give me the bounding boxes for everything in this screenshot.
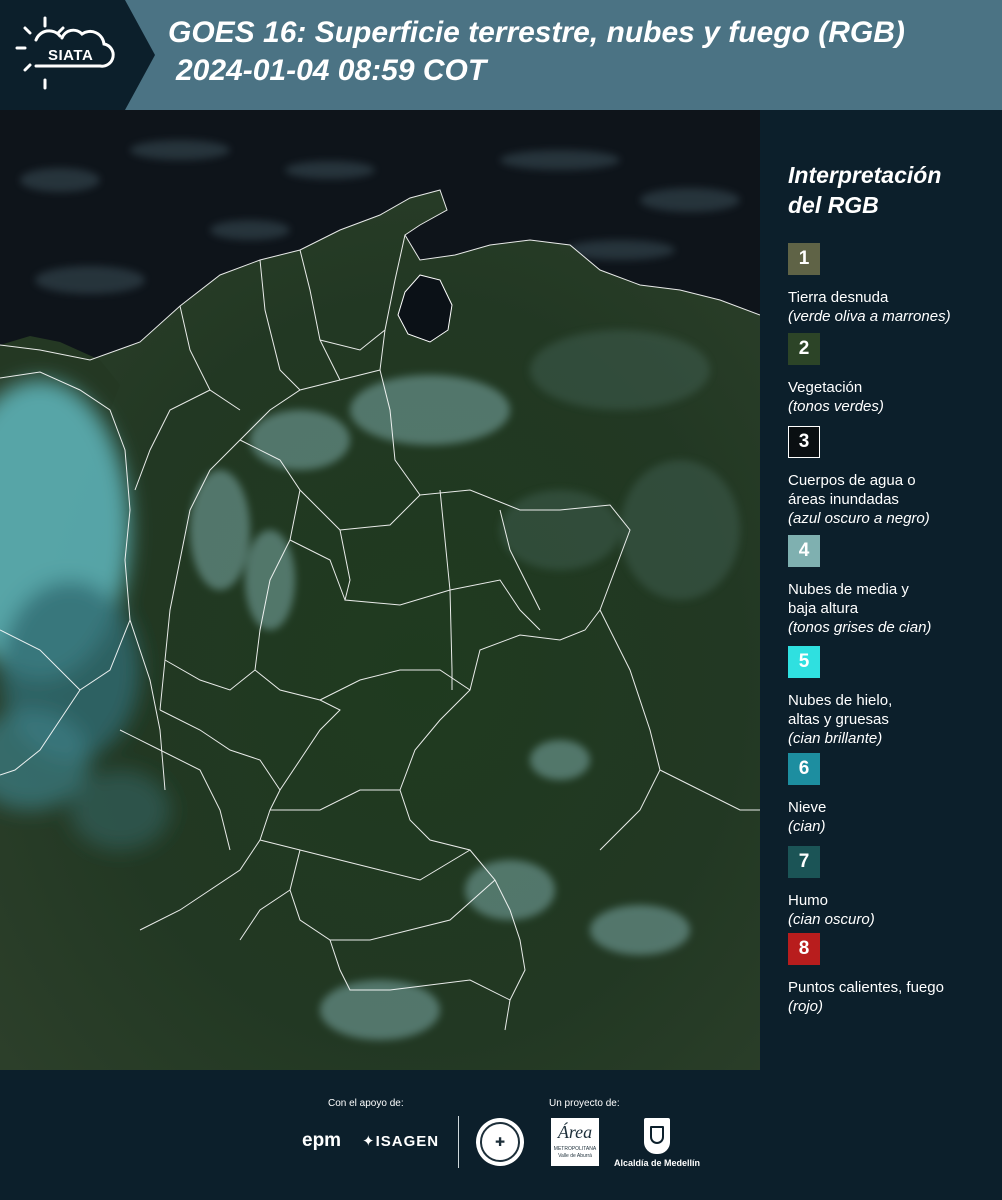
legend-label-line: Puntos calientes, fuego	[788, 979, 944, 996]
isagen-icon: ✦	[362, 1133, 376, 1150]
legend-label: Puntos calientes, fuego	[788, 978, 993, 997]
isagen-label: ISAGEN	[375, 1133, 440, 1150]
footer: Con el apoyo de: Un proyecto de: epm ✦IS…	[0, 1072, 1002, 1200]
logo-divider	[458, 1116, 459, 1168]
support-label: Con el apoyo de:	[328, 1098, 404, 1109]
legend-label: Cuerpos de agua o áreas inundadas	[788, 471, 993, 509]
legend-item: 6 Nieve (cian)	[788, 753, 993, 836]
legend-description: (azul oscuro a negro)	[788, 510, 930, 527]
legend-label-line: áreas inundadas	[788, 491, 899, 508]
legend-label: Nieve	[788, 798, 993, 817]
legend-swatch: 6	[788, 753, 820, 785]
legend-label-line: Humo	[788, 892, 829, 909]
legend-swatch: 1	[788, 243, 820, 275]
legend-swatch: 7	[788, 846, 820, 878]
shield-icon	[644, 1118, 670, 1154]
legend-item: 7 Humo (cian oscuro)	[788, 846, 993, 929]
satellite-map[interactable]	[0, 110, 760, 1070]
legend-description: (rojo)	[788, 998, 824, 1015]
timestamp: 2024-01-04 08:59 COT	[176, 54, 487, 87]
legend-swatch: 4	[788, 535, 820, 567]
title-text: GOES 16: Superficie terrestre, nubes y f…	[168, 16, 905, 49]
legend-swatch: 5	[788, 646, 820, 678]
legend-description: (cian brillante)	[788, 730, 883, 747]
legend-label-line: Vegetación	[788, 379, 863, 396]
legend-label-line: altas y gruesas	[788, 711, 889, 728]
seal-emblem-icon: ✚	[480, 1122, 520, 1162]
legend-description: (cian)	[788, 818, 826, 835]
legend-heading-line1: Interpretación	[788, 162, 942, 188]
logo-text: SIATA	[48, 47, 94, 64]
legend-swatch: 8	[788, 933, 820, 965]
university-seal-logo: ✚	[476, 1118, 524, 1166]
satellite-image	[0, 110, 760, 1070]
legend-swatch: 3	[788, 426, 820, 458]
legend-panel: Interpretación del RGB 1 Tierra desnuda (v…	[788, 160, 993, 1015]
legend-description: (tonos grises de cian)	[788, 619, 932, 636]
legend-item: 4 Nubes de media y baja altura (tonos grise…	[788, 535, 993, 637]
legend-item: 2 Vegetación (tonos verdes)	[788, 333, 993, 416]
legend-label-line: baja altura	[788, 600, 859, 617]
legend-label: Nubes de media y baja altura	[788, 580, 993, 618]
legend-heading-line2: del RGB	[788, 192, 879, 218]
project-label: Un proyecto de:	[549, 1098, 620, 1109]
area-logo-title: Área	[557, 1122, 593, 1142]
epm-logo: epm	[302, 1130, 342, 1151]
legend-label: Vegetación	[788, 378, 993, 397]
legend-label: Tierra desnuda	[788, 288, 993, 307]
area-metropolitana-logo: Área METROPOLITANA Valle de Aburrá	[551, 1118, 599, 1166]
legend-label-line: Cuerpos de agua o	[788, 472, 916, 489]
medellin-label: Alcaldía de Medellín	[613, 1158, 701, 1168]
page-title: GOES 16: Superficie terrestre, nubes y f…	[168, 14, 992, 90]
legend-item: 3 Cuerpos de agua o áreas inundadas (azul o…	[788, 426, 993, 528]
legend-label: Humo	[788, 891, 993, 910]
legend-label-line: Nieve	[788, 799, 827, 816]
legend-item: 8 Puntos calientes, fuego (rojo)	[788, 933, 993, 1016]
legend-label-line: Tierra desnuda	[788, 289, 889, 306]
legend-label-line: Nubes de hielo,	[788, 692, 893, 709]
header-bar: SIATA GOES 16: Superficie terrestre, nub…	[0, 0, 1002, 110]
legend-swatch: 2	[788, 333, 820, 365]
siata-logo: SIATA	[0, 0, 155, 110]
legend-heading: Interpretación del RGB	[788, 160, 993, 220]
isagen-logo: ✦ISAGEN	[362, 1132, 439, 1150]
legend-item: 5 Nubes de hielo, altas y gruesas (cian bri…	[788, 646, 993, 748]
legend-description: (tonos verdes)	[788, 398, 884, 415]
legend-description: (cian oscuro)	[788, 911, 875, 928]
area-logo-subtitle: METROPOLITANA Valle de Aburrá	[553, 1146, 597, 1159]
legend-label: Nubes de hielo, altas y gruesas	[788, 691, 993, 729]
legend-item: 1 Tierra desnuda (verde oliva a marrones)	[788, 243, 993, 326]
medellin-logo: Alcaldía de Medellín	[612, 1118, 702, 1168]
legend-label-line: Nubes de media y	[788, 581, 909, 598]
legend-description: (verde oliva a marrones)	[788, 308, 951, 325]
